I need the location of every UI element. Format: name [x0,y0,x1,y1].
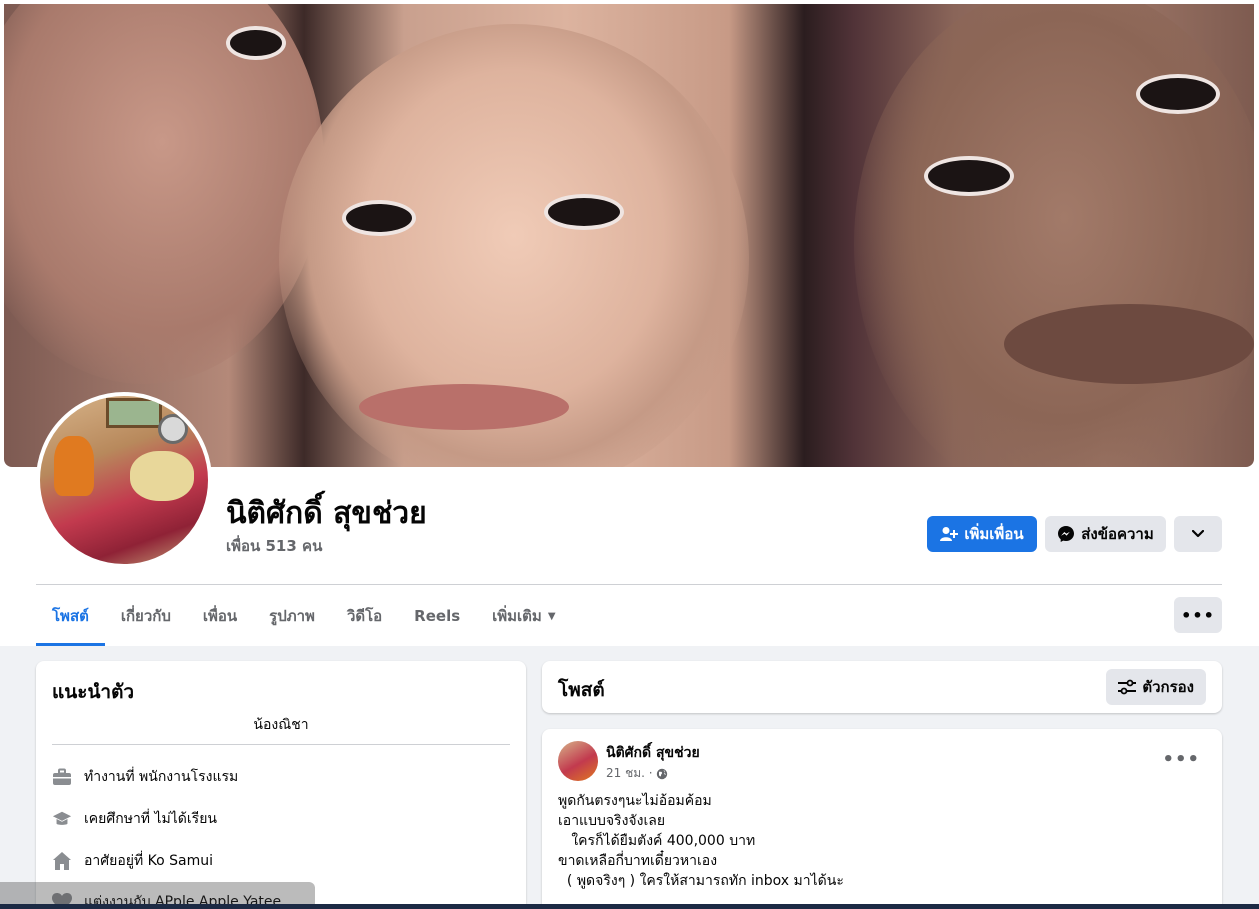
cover-eye [342,200,416,236]
cover-photo[interactable] [4,4,1254,467]
tab-label: เกี่ยวกับ [120,607,171,625]
post-options-button[interactable]: ••• [1162,749,1200,770]
tab-reels[interactable]: Reels [398,586,476,646]
avatar-person [130,451,194,501]
intro-item-text: เคยศึกษาที่ ไม่ได้เรียน [84,811,217,827]
taskbar-edge [0,904,1259,909]
header-divider [36,584,1222,585]
add-friend-label: เพิ่มเพื่อน [964,525,1024,543]
post-author-name[interactable]: นิติศักดิ์ สุขช่วย [606,742,700,764]
intro-divider [52,744,510,745]
ellipsis-icon: ••• [1162,749,1200,770]
post-line: ใครก็ได้ยืมตังค์ 400,000 บาท [558,833,756,849]
briefcase-icon [52,767,72,787]
graduation-cap-icon [52,809,72,829]
intro-bio: น้องณิชา [253,717,309,733]
message-button[interactable]: ส่งข้อความ [1045,516,1166,552]
post-meta: 21 ชม. · [606,764,668,783]
home-icon [52,851,72,871]
avatar-window [106,398,162,428]
cover-face-left [4,4,324,384]
globe-icon [656,768,667,779]
filter-label: ตัวกรอง [1142,678,1194,696]
profile-tabs: โพสต์ เกี่ยวกับ เพื่อน รูปภาพ วิดีโอ Ree… [36,586,572,646]
caret-down-icon: ▼ [547,610,556,622]
chevron-down-icon [1192,530,1204,538]
profile-avatar[interactable] [36,392,212,568]
intro-item-text: อาศัยอยู่ที่ Ko Samui [84,853,214,869]
cover-eye [544,194,624,230]
post-card: นิติศักดิ์ สุขช่วย 21 ชม. · ••• พูดกันตร… [542,729,1222,909]
tab-more[interactable]: เพิ่มเติม ▼ [476,586,571,646]
tab-videos[interactable]: วิดีโอ [331,586,398,646]
add-person-icon [940,527,959,541]
messenger-icon [1058,526,1075,542]
tab-photos[interactable]: รูปภาพ [253,586,331,646]
cover-mouth [1004,304,1254,384]
tab-about[interactable]: เกี่ยวกับ [105,586,187,646]
tab-posts[interactable]: โพสต์ [36,586,105,646]
tab-label: เพิ่มเติม [492,607,542,625]
ellipsis-icon: ••• [1181,605,1215,625]
intro-item-home: อาศัยอยู่ที่ Ko Samui [52,849,213,873]
profile-options-button[interactable] [1174,516,1222,552]
cover-face-right [854,4,1254,467]
profile-header: นิติศักดิ์ สุขช่วย เพื่อน 513 คน เพิ่มเพ… [0,0,1259,646]
post-text: พูดกันตรงๆนะไม่อ้อมค้อม เอาแบบจริงจังเลย… [558,791,1198,891]
cover-eye [924,156,1014,196]
tab-label: Reels [414,607,461,625]
profile-name: นิติศักดิ์ สุขช่วย [226,496,427,531]
intro-item-text: ทำงานที่ พนักงานโรงแรม [84,769,239,785]
cover-eye [226,26,286,60]
tabs-more-options-button[interactable]: ••• [1174,597,1222,633]
intro-item-education: เคยศึกษาที่ ไม่ได้เรียน [52,807,217,831]
tab-friends[interactable]: เพื่อน [187,586,253,646]
filter-button[interactable]: ตัวกรอง [1106,669,1206,705]
cover-mouth [359,384,569,430]
friend-count[interactable]: เพื่อน 513 คน [226,534,322,558]
posts-header-card: โพสต์ ตัวกรอง [542,661,1222,713]
intro-item-work: ทำงานที่ พนักงานโรงแรม [52,765,238,789]
avatar-monk [54,436,94,496]
add-friend-button[interactable]: เพิ่มเพื่อน [927,516,1037,552]
tab-label: เพื่อน [202,607,238,625]
post-author-avatar[interactable] [558,741,598,781]
cover-eye [1136,74,1220,114]
tab-label: โพสต์ [52,607,89,625]
post-line: พูดกันตรงๆนะไม่อ้อมค้อม [558,793,712,809]
avatar-fan [158,414,188,444]
post-line: เอาแบบจริงจังเลย [558,813,666,829]
intro-title: แนะนำตัว [52,681,135,703]
posts-title: โพสต์ [558,679,605,701]
tab-label: รูปภาพ [269,607,315,625]
message-label: ส่งข้อความ [1081,525,1154,543]
post-line: ( พูดจริงๆ ) ใครให้สามารถทัก inbox มาได้… [558,873,844,889]
intro-card: แนะนำตัว น้องณิชา ทำงานที่ พนักงานโรงแรม… [36,661,526,909]
post-timestamp[interactable]: 21 ชม. · [606,764,653,783]
tab-label: วิดีโอ [346,607,383,625]
filter-icon [1118,679,1137,695]
post-line: ขาดเหลือกี่บาทเดี๋ยวหาเอง [558,853,718,869]
